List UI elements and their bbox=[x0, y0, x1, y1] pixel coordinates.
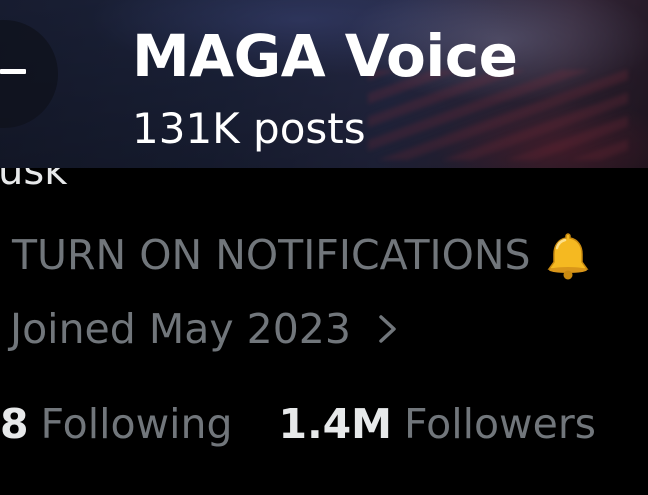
chevron-right-icon bbox=[379, 315, 396, 343]
header-title: MAGA Voice bbox=[132, 22, 518, 90]
follow-stats: 8 Following 1.4M Followers bbox=[0, 400, 596, 448]
following-count: 8 bbox=[0, 400, 29, 448]
followers-stat[interactable]: 1.4M Followers bbox=[279, 400, 597, 448]
followers-label: Followers bbox=[403, 400, 597, 448]
header-post-count: 131K posts bbox=[132, 104, 366, 153]
following-stat[interactable]: 8 Following bbox=[0, 400, 233, 448]
back-arrow-icon bbox=[0, 69, 26, 74]
profile-header-banner: MAGA Voice 131K posts bbox=[0, 0, 648, 168]
joined-date-text: Joined May 2023 bbox=[10, 305, 351, 353]
following-label: Following bbox=[40, 400, 233, 448]
bio-text: TURN ON NOTIFICATIONS bbox=[12, 231, 531, 279]
bell-icon bbox=[547, 233, 589, 280]
followers-count: 1.4M bbox=[278, 400, 392, 448]
joined-date-row[interactable]: Joined May 2023 bbox=[10, 305, 399, 353]
back-button[interactable] bbox=[0, 20, 58, 128]
profile-bio: TURN ON NOTIFICATIONS bbox=[12, 228, 595, 282]
